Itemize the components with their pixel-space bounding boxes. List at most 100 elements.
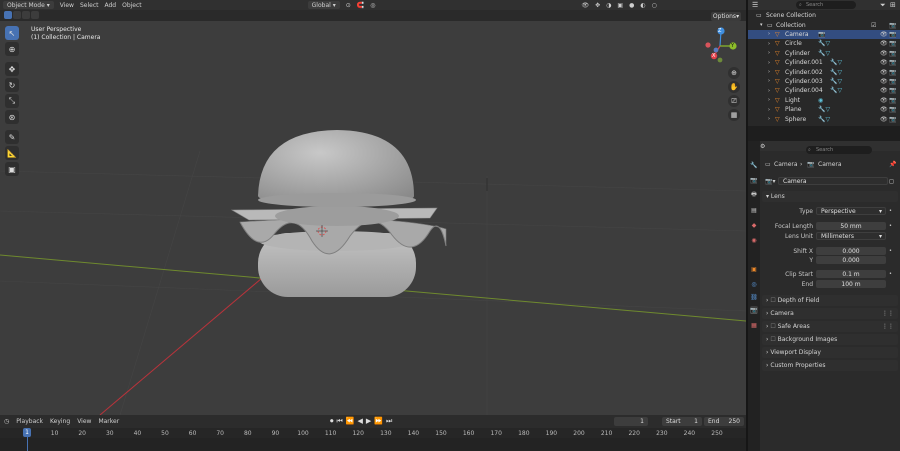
modifier-icon[interactable]: 🔧▽ <box>818 50 830 57</box>
render-camera-icon[interactable]: 📷 <box>889 78 896 85</box>
outliner-item[interactable]: › ▽ Sphere 🔧▽ 👁 📷 <box>748 114 900 123</box>
depth-of-field-panel-header[interactable]: › ☐ Depth of Field <box>762 295 898 306</box>
outliner-item[interactable]: › ▽ Cylinder.004 🔧▽ 👁 📷 <box>748 86 900 95</box>
background-images-panel-header[interactable]: › ☐ Background Images <box>762 334 898 345</box>
visibility-eye-icon[interactable]: 👁 <box>880 78 888 85</box>
shading-solid-icon[interactable]: ● <box>629 2 634 9</box>
playhead-frame-badge[interactable]: 1 <box>23 428 31 437</box>
clip-end-field[interactable]: 100 m <box>816 280 886 288</box>
modifier-icon[interactable]: 🔧▽ <box>818 40 830 47</box>
pan-hand-icon[interactable]: ✋ <box>728 81 740 93</box>
render-camera-icon[interactable]: 📷 <box>889 69 896 76</box>
3d-viewport[interactable]: User Perspective (1) Collection | Camera… <box>0 21 746 415</box>
overlay-toggle-icon[interactable]: ◑ <box>606 2 611 9</box>
visibility-eye-icon[interactable]: 👁 <box>880 87 888 94</box>
camera-panel-header[interactable]: › Camera ⋮⋮ <box>762 308 898 319</box>
menu-keying[interactable]: Keying <box>50 418 70 425</box>
modifier-icon[interactable]: 🔧▽ <box>830 78 842 85</box>
safe-areas-checkbox-icon[interactable]: ☐ <box>770 323 775 330</box>
expand-arrow-icon[interactable]: › <box>768 107 770 113</box>
editor-type-icon[interactable]: ◷ <box>4 418 9 425</box>
outliner-item[interactable]: › ▽ Camera 📷 👁 📷 <box>748 29 900 40</box>
modifier-icon[interactable]: ◉ <box>818 97 823 104</box>
outliner-item[interactable]: › ▽ Cylinder.002 🔧▽ 👁 📷 <box>748 67 900 76</box>
grid-view-icon[interactable]: ▦ <box>728 109 740 121</box>
filter-icon[interactable]: ⏷ <box>880 1 886 10</box>
visibility-eye-icon[interactable]: 👁 <box>880 116 888 123</box>
visibility-eye-icon[interactable]: 👁 <box>880 59 888 66</box>
expand-arrow-icon[interactable]: › <box>768 50 770 56</box>
select-mode-subtract-icon[interactable] <box>22 11 30 19</box>
texture-tab-icon[interactable]: ▦ <box>750 321 758 329</box>
play-icon[interactable]: ▶ <box>366 417 371 426</box>
select-mode-extend-icon[interactable] <box>13 11 21 19</box>
current-frame-field[interactable]: 1 <box>614 417 648 426</box>
camera-data-tab-icon[interactable]: 📷 <box>750 306 758 314</box>
shift-y-field[interactable]: 0.000 <box>816 256 886 264</box>
measure-icon[interactable]: 📐 <box>5 146 19 160</box>
properties-search-input[interactable]: Search <box>806 146 872 154</box>
rotate-icon[interactable]: ↻ <box>5 78 19 92</box>
keyframe-dot-icon[interactable]: • <box>889 248 892 254</box>
keyframe-dot-icon[interactable]: • <box>889 271 892 277</box>
expand-arrow-icon[interactable]: › <box>768 60 770 66</box>
lens-unit-dropdown[interactable]: Millimeters ▾ <box>816 232 886 240</box>
visibility-eye-icon[interactable]: 👁 <box>880 50 888 57</box>
mode-dropdown[interactable]: Object Mode ▾ <box>3 1 54 9</box>
cursor-icon[interactable]: ⊕ <box>5 42 19 56</box>
proportional-icon[interactable]: ◎ <box>370 2 375 9</box>
jump-end-icon[interactable]: ⏭ <box>386 417 392 426</box>
end-frame-field[interactable]: End 250 <box>704 417 744 426</box>
modifier-icon[interactable]: 🔧▽ <box>818 106 830 113</box>
render-camera-icon[interactable]: 📷 <box>889 116 896 123</box>
xray-icon[interactable]: ▣ <box>617 2 623 9</box>
expand-arrow-icon[interactable]: › <box>768 31 770 37</box>
scale-icon[interactable]: ⤡ <box>5 94 19 108</box>
exclude-checkbox-icon[interactable]: ☑ <box>871 22 876 29</box>
expand-arrow-icon[interactable]: › <box>768 97 770 103</box>
outliner-item[interactable]: › ▽ Light ◉ 👁 📷 <box>748 96 900 105</box>
visibility-icon[interactable]: 👁 <box>581 2 589 9</box>
drag-handle-icon[interactable]: ⋮⋮ <box>882 310 894 317</box>
render-camera-icon[interactable]: 📷 <box>889 106 896 113</box>
visibility-eye-icon[interactable]: 👁 <box>880 40 888 47</box>
render-camera-icon[interactable]: 📷 <box>889 97 896 104</box>
expand-arrow-icon[interactable]: › <box>768 116 770 122</box>
data-type-icon[interactable]: 📷▾ <box>765 178 775 185</box>
visibility-eye-icon[interactable]: 👁 <box>880 97 888 104</box>
move-icon[interactable]: ✥ <box>5 62 19 76</box>
keyframe-dot-icon[interactable]: • <box>889 208 892 214</box>
modifier-icon[interactable]: 🔧▽ <box>830 59 842 66</box>
transform-icon[interactable]: ⊛ <box>5 110 19 124</box>
outliner-search-input[interactable]: Search <box>796 1 856 9</box>
properties-type-icon[interactable]: ⚙ <box>760 143 765 150</box>
safe-areas-panel-header[interactable]: › ☐ Safe Areas ⋮⋮ <box>762 321 898 332</box>
snap-icon[interactable]: 🧲 <box>357 2 364 9</box>
menu-view[interactable]: View <box>60 2 74 9</box>
render-camera-icon[interactable]: 📷 <box>889 31 896 38</box>
next-key-icon[interactable]: ⏩ <box>374 417 383 426</box>
menu-object[interactable]: Object <box>122 2 142 9</box>
options-dropdown[interactable]: Options ▾ <box>711 12 741 21</box>
lens-panel-header[interactable]: ▾ Lens <box>762 191 898 202</box>
type-dropdown[interactable]: Perspective ▾ <box>816 207 886 215</box>
outliner-item[interactable]: › ▽ Cylinder.001 🔧▽ 👁 📷 <box>748 58 900 67</box>
visibility-eye-icon[interactable]: 👁 <box>880 106 888 113</box>
render-camera-icon[interactable]: 📷 <box>889 40 896 47</box>
modifier-icon[interactable]: 📷 <box>818 31 825 38</box>
keyframe-dot-icon[interactable]: • <box>889 223 892 229</box>
play-reverse-icon[interactable]: ◀ <box>358 417 363 426</box>
add-cube-icon[interactable]: ▣ <box>5 162 19 176</box>
fake-user-icon[interactable]: ◻ <box>889 178 894 185</box>
render-camera-icon[interactable]: 📷 <box>889 87 896 94</box>
select-mode-intersect-icon[interactable] <box>31 11 39 19</box>
render-camera-icon[interactable]: 📷 <box>889 50 896 57</box>
focal-length-field[interactable]: 50 mm <box>816 222 886 230</box>
outliner-item[interactable]: › ▽ Plane 🔧▽ 👁 📷 <box>748 105 900 114</box>
expand-arrow-icon[interactable]: › <box>768 69 770 75</box>
outliner-type-icon[interactable]: ☰ <box>752 1 758 9</box>
shift-x-field[interactable]: 0.000 <box>816 247 886 255</box>
scene-canvas[interactable] <box>0 21 746 415</box>
modifier-icon[interactable]: 🔧▽ <box>818 116 830 123</box>
frame-ruler[interactable]: 1102030405060708090100110120130140150160… <box>0 428 746 438</box>
